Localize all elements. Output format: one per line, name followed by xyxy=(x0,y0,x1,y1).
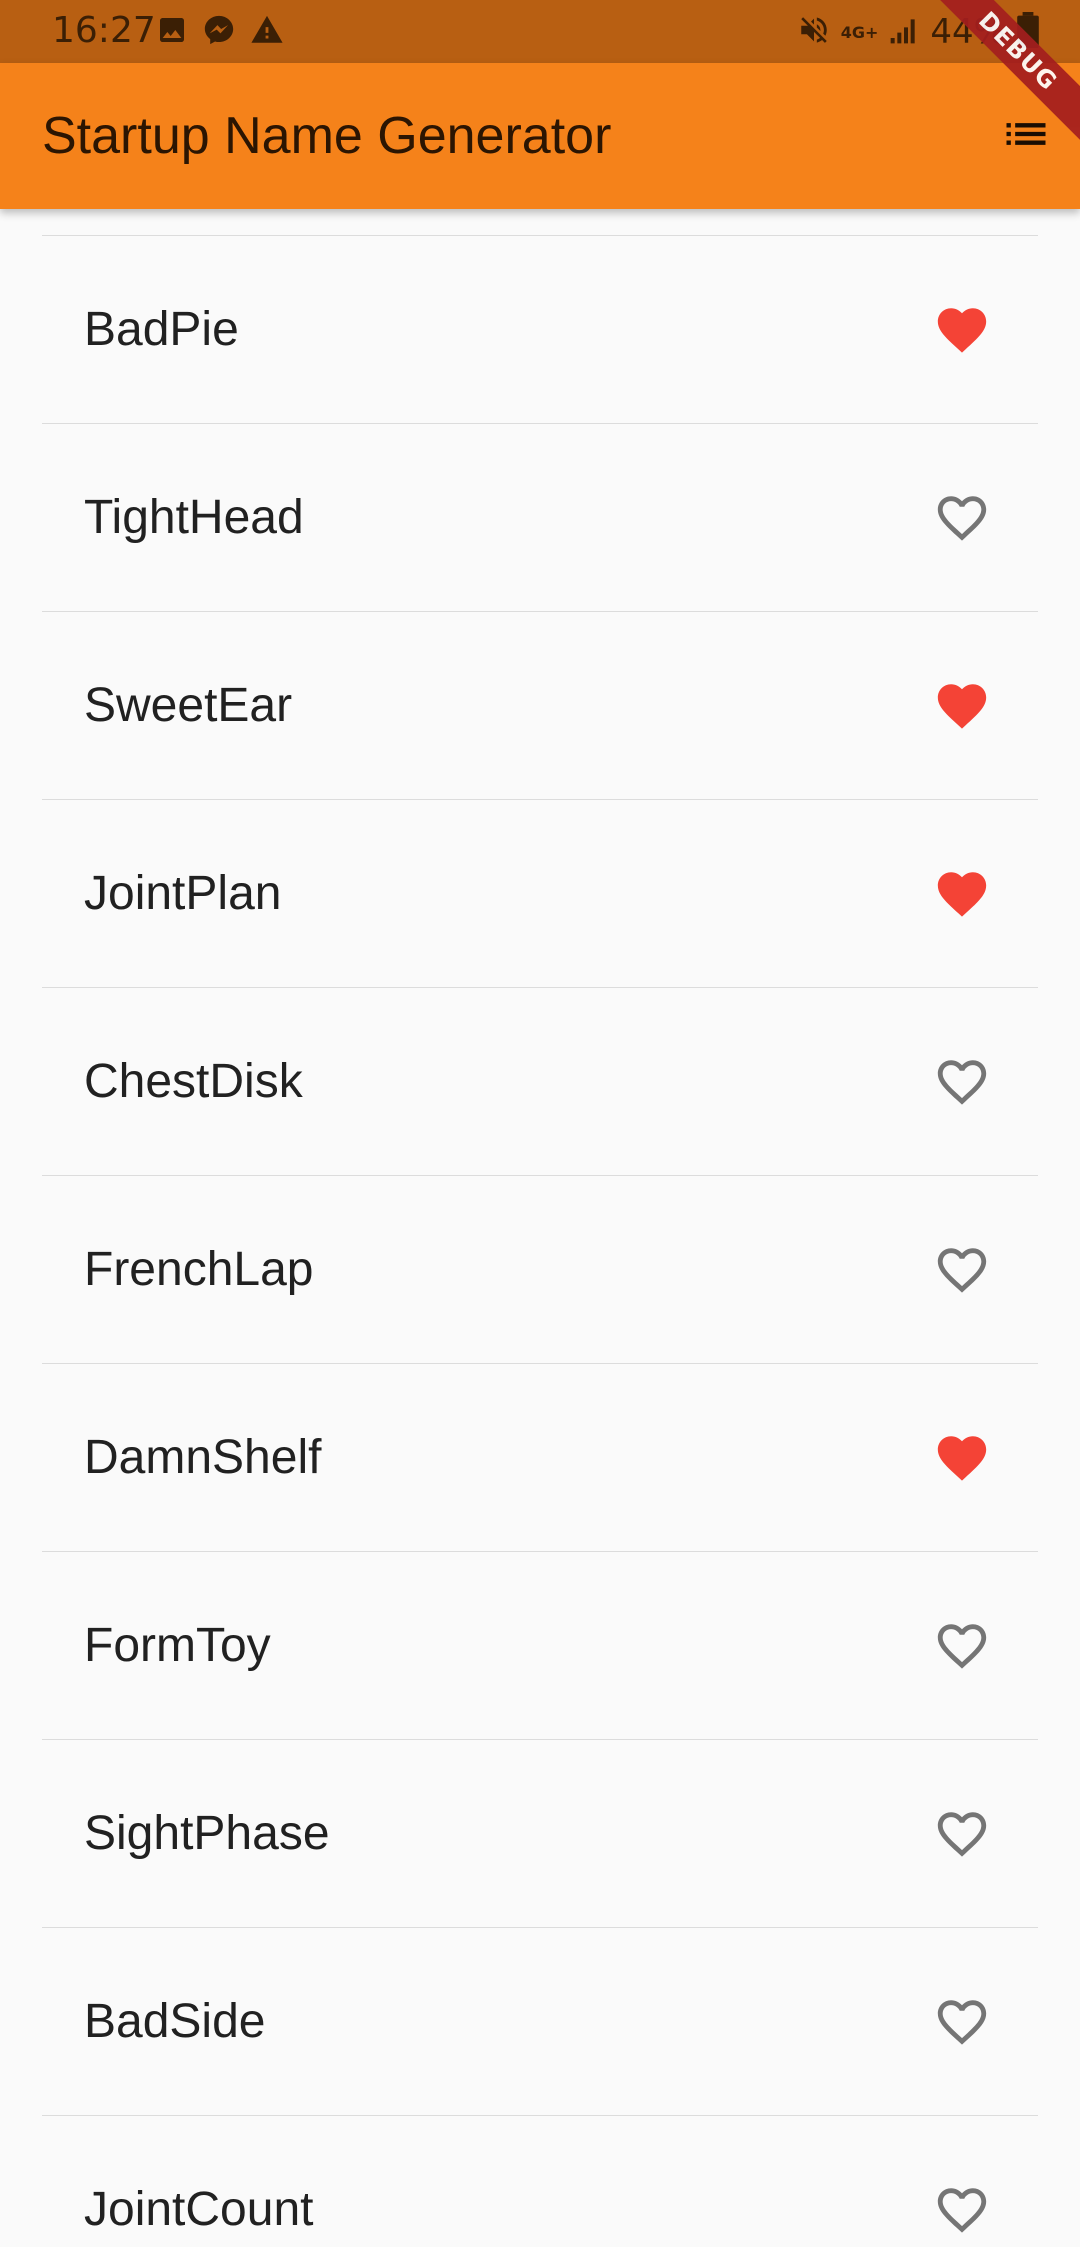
list-item[interactable]: BadSide xyxy=(42,1928,1038,2116)
favorite-filled-icon[interactable] xyxy=(932,1428,992,1488)
status-time: 16:27 xyxy=(52,10,156,51)
list-item-name: FormToy xyxy=(84,1619,271,1672)
list-item[interactable]: DamnShelf xyxy=(42,1364,1038,1552)
favorite-border-icon[interactable] xyxy=(932,1804,992,1864)
favorite-border-icon[interactable] xyxy=(932,1992,992,2052)
favorite-filled-icon[interactable] xyxy=(932,864,992,924)
list-item-name: ChestDisk xyxy=(84,1055,303,1108)
image-notification-icon xyxy=(156,14,188,50)
list-item[interactable]: JointCount xyxy=(42,2116,1038,2247)
list-item-name: DamnShelf xyxy=(84,1431,322,1484)
mute-icon xyxy=(797,13,831,51)
list-item-name: SweetEar xyxy=(84,679,293,732)
list-item-name: TightHead xyxy=(84,491,304,544)
word-list[interactable]: BadPie TightHead SweetEar JointPlan Ches… xyxy=(42,235,1038,2247)
favorite-filled-icon[interactable] xyxy=(932,676,992,736)
favorite-border-icon[interactable] xyxy=(932,488,992,548)
list-item[interactable]: SweetEar xyxy=(42,612,1038,800)
list-item-name: BadPie xyxy=(84,303,239,356)
list-item[interactable]: TightHead xyxy=(42,424,1038,612)
list-item[interactable]: ChestDisk xyxy=(42,988,1038,1176)
status-bar: 16:27 4G+ 44% xyxy=(0,0,1080,63)
list-item[interactable]: SightPhase xyxy=(42,1740,1038,1928)
list-item-name: SightPhase xyxy=(84,1807,330,1860)
signal-icon xyxy=(888,14,920,50)
list-item-name: JointCount xyxy=(84,2183,314,2236)
list-item-name: FrenchLap xyxy=(84,1243,314,1296)
favorite-border-icon[interactable] xyxy=(932,1616,992,1676)
app-bar: Startup Name Generator xyxy=(0,63,1080,209)
favorite-border-icon[interactable] xyxy=(932,1052,992,1112)
favorite-border-icon[interactable] xyxy=(932,2180,992,2240)
list-item[interactable]: JointPlan xyxy=(42,800,1038,988)
favorite-border-icon[interactable] xyxy=(932,1240,992,1300)
list-item[interactable]: FormToy xyxy=(42,1552,1038,1740)
messenger-icon xyxy=(202,13,236,51)
warning-icon xyxy=(250,13,284,51)
list-icon xyxy=(1000,108,1052,165)
notification-icons xyxy=(156,14,284,50)
favorite-filled-icon[interactable] xyxy=(932,300,992,360)
list-item[interactable]: FrenchLap xyxy=(42,1176,1038,1364)
page-title: Startup Name Generator xyxy=(42,107,612,165)
list-item[interactable]: BadPie xyxy=(42,236,1038,424)
list-item-name: BadSide xyxy=(84,1995,266,2048)
list-item-name: JointPlan xyxy=(84,867,282,920)
network-4g-icon: 4G+ xyxy=(840,22,879,42)
